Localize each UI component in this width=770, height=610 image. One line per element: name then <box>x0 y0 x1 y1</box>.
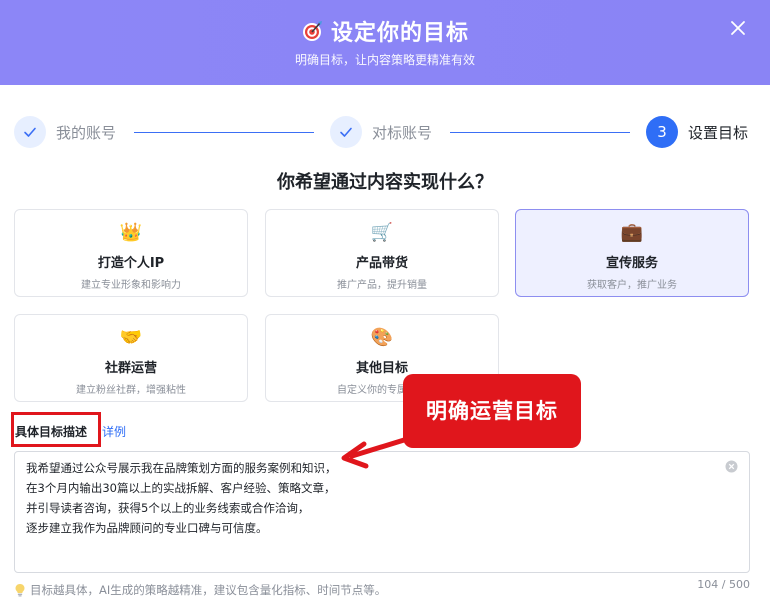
modal-subtitle: 明确目标，让内容策略更精准有效 <box>294 53 475 67</box>
step-connector <box>450 132 630 133</box>
handshake-icon: 🤝 <box>119 327 143 348</box>
step-connector <box>134 132 314 133</box>
annotation-highlight-box <box>11 412 101 447</box>
step-benchmark-account[interactable]: 对标账号 <box>330 116 432 148</box>
annotation-callout: 明确运营目标 <box>403 374 581 448</box>
goal-card-title: 打造个人IP <box>97 256 165 271</box>
example-link[interactable]: 详例 <box>102 423 126 440</box>
palette-icon: 🎨 <box>370 327 394 348</box>
hint-text: 目标越具体，AI生成的策略越精准，建议包含量化指标、时间节点等。 <box>14 582 386 598</box>
goal-card-desc: 建立专业形象和影响力 <box>81 280 181 291</box>
step-label: 我的账号 <box>56 123 117 142</box>
modal-title-text: 设定你的目标 <box>330 21 469 46</box>
target-icon <box>302 21 322 41</box>
goal-card-desc: 获取客户，推广业务 <box>587 280 677 291</box>
modal-header: 设定你的目标 明确目标，让内容策略更精准有效 <box>0 0 770 85</box>
close-icon[interactable] <box>728 18 748 38</box>
step-my-account[interactable]: 我的账号 <box>14 116 116 148</box>
lightbulb-icon <box>15 584 25 597</box>
goal-card-personal-ip[interactable]: 👑 打造个人IP 建立专业形象和影响力 <box>14 209 248 297</box>
goal-card-desc: 建立粉丝社群，增强粘性 <box>76 385 186 396</box>
shopping-cart-icon: 🛒 <box>370 222 394 243</box>
goal-card-community[interactable]: 🤝 社群运营 建立粉丝社群，增强粘性 <box>14 314 248 402</box>
goal-card-promote-service[interactable]: 💼 宣传服务 获取客户，推广业务 <box>515 209 749 297</box>
step-set-goal[interactable]: 3 设置目标 <box>646 116 748 148</box>
goal-card-title: 宣传服务 <box>605 256 658 271</box>
modal-title: 设定你的目标 <box>0 15 770 47</box>
goal-card-desc: 推广产品，提升销量 <box>337 280 427 291</box>
goal-card-product-sales[interactable]: 🛒 产品带货 推广产品，提升销量 <box>265 209 499 297</box>
briefcase-icon: 💼 <box>620 222 644 243</box>
step-number: 3 <box>646 116 678 148</box>
crown-icon: 👑 <box>119 222 143 243</box>
character-counter: 104 / 500 <box>697 578 750 591</box>
stepper: 我的账号 对标账号 3 设置目标 <box>14 116 754 150</box>
goal-description-input[interactable] <box>15 452 749 572</box>
step-label: 设置目标 <box>688 123 749 142</box>
hint-text-content: 目标越具体，AI生成的策略越精准，建议包含量化指标、时间节点等。 <box>30 583 387 597</box>
check-icon <box>330 116 362 148</box>
step-label: 对标账号 <box>372 123 433 142</box>
goal-card-title: 产品带货 <box>355 256 408 271</box>
check-icon <box>14 116 46 148</box>
clear-icon[interactable] <box>725 460 738 473</box>
goal-card-title: 社群运营 <box>104 361 157 376</box>
goal-question: 你希望通过内容实现什么？ <box>277 172 493 193</box>
